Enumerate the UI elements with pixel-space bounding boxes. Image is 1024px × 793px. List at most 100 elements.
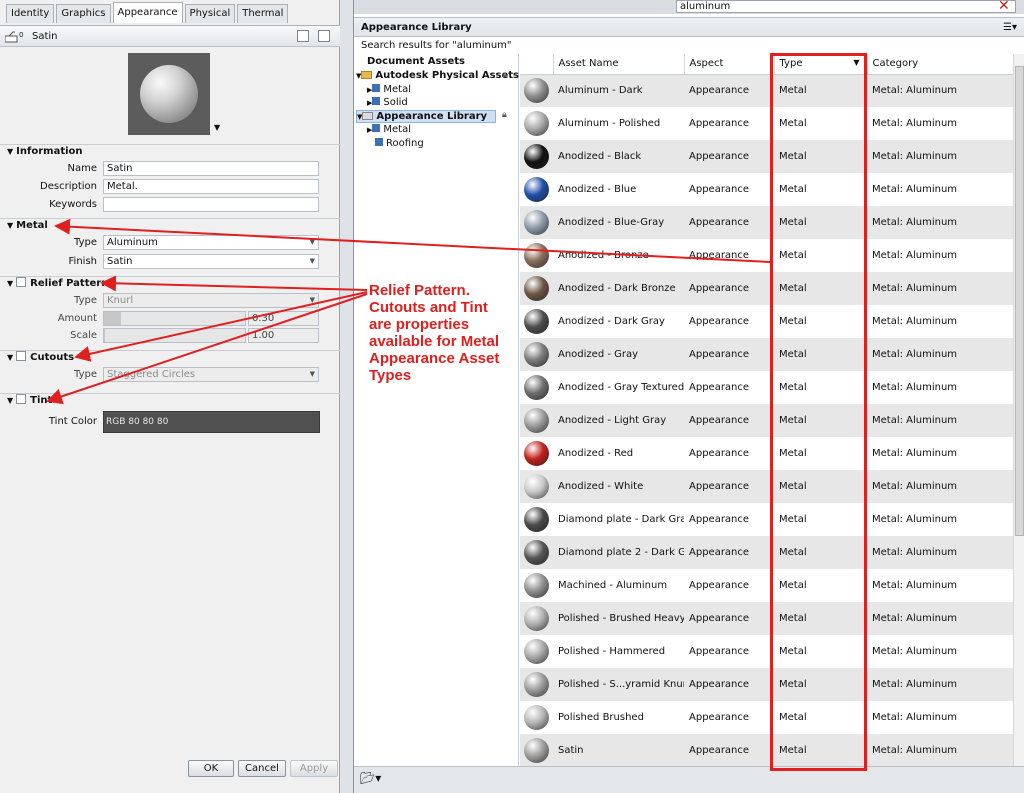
table-row[interactable]: Anodized - Red Appearance Metal Metal: Alum… xyxy=(520,437,1013,470)
information-section-header[interactable]: ▼ Information xyxy=(0,144,340,159)
relief-amount-value[interactable]: 0.30 xyxy=(248,311,319,326)
aspect-cell: Appearance xyxy=(684,140,774,173)
view-options-menu-icon[interactable]: ☰▾ xyxy=(1003,18,1017,37)
table-row[interactable]: Anodized - Bronze Appearance Metal Metal: A… xyxy=(520,239,1013,272)
table-scrollbar[interactable] xyxy=(1013,54,1024,766)
tab-graphics[interactable]: Graphics xyxy=(56,4,111,23)
annotation-callout: Relief Pattern. Cutouts and Tint are prope… xyxy=(369,282,529,384)
relief-scale-slider[interactable] xyxy=(103,328,246,343)
asset-thumbnail xyxy=(520,206,553,239)
table-row[interactable]: Diamond plate - Dark Gray Appearance Metal… xyxy=(520,503,1013,536)
material-swatch-icon xyxy=(524,639,549,664)
table-row[interactable]: Aluminum - Dark Appearance Metal Metal: Alu… xyxy=(520,74,1013,107)
table-row[interactable]: Polished - S...yramid Knurl Appearance Met… xyxy=(520,668,1013,701)
tab-thermal[interactable]: Thermal xyxy=(237,4,289,23)
table-row[interactable]: Anodized - Light Gray Appearance Metal Meta… xyxy=(520,404,1013,437)
duplicate-asset-icon[interactable] xyxy=(297,30,309,42)
tab-physical[interactable]: Physical xyxy=(184,4,236,23)
tree-physical-solid[interactable]: ▶ Solid xyxy=(367,97,408,108)
asset-thumbnail xyxy=(520,701,553,734)
asset-thumbnail xyxy=(520,74,553,107)
column-category[interactable]: Category xyxy=(867,54,1013,75)
tab-appearance[interactable]: Appearance xyxy=(112,2,183,23)
tree-appearance-library[interactable]: ▼ Appearance Library xyxy=(356,110,496,123)
relief-scale-row: Scale 1.00 xyxy=(0,328,340,344)
material-swatch-icon xyxy=(524,243,549,268)
asset-name-cell: Anodized - Blue xyxy=(553,173,684,206)
asset-thumbnail xyxy=(520,107,553,140)
aspect-cell: Appearance xyxy=(684,734,774,766)
tab-identity[interactable]: Identity xyxy=(6,4,55,23)
asset-name-cell: Anodized - Dark Gray xyxy=(553,305,684,338)
tree-appearance-metal[interactable]: ▶ Metal xyxy=(367,124,411,135)
table-row[interactable]: Polished - Brushed Heavy Appearance Metal M… xyxy=(520,602,1013,635)
preview-options-caret-icon[interactable]: ▼ xyxy=(214,123,220,132)
material-swatch-icon xyxy=(524,144,549,169)
table-row[interactable]: Diamond plate 2 - Dark GrayAppearance Met… xyxy=(520,536,1013,569)
table-row[interactable]: Anodized - Dark Bronze Appearance Metal Met… xyxy=(520,272,1013,305)
tree-autodesk-physical-assets[interactable]: ▼ Autodesk Physical Assets xyxy=(356,70,519,81)
category-cell: Metal: Aluminum xyxy=(867,536,1013,569)
tree-label: Roofing xyxy=(386,138,424,149)
tree-document-assets[interactable]: Document Assets xyxy=(367,56,465,67)
table-row[interactable]: Aluminum - Polished Appearance Metal Metal:… xyxy=(520,107,1013,140)
relief-pattern-section-header[interactable]: ▼ Relief Pattern xyxy=(0,276,340,291)
dropdown-arrow-icon: ▼ xyxy=(309,296,315,304)
relief-pattern-checkbox[interactable] xyxy=(16,277,27,287)
table-row[interactable]: Anodized - Gray Textured Appearance Metal M… xyxy=(520,371,1013,404)
tree-physical-metal[interactable]: ▶ Metal xyxy=(367,84,411,95)
scrollbar-thumb[interactable] xyxy=(1015,66,1024,536)
column-aspect[interactable]: Aspect xyxy=(684,54,775,75)
table-row[interactable]: Anodized - Gray Appearance Metal Metal: Alu… xyxy=(520,338,1013,371)
tint-section-header[interactable]: ▼ Tint xyxy=(0,393,340,408)
table-row[interactable]: Polished - Hammered Appearance Metal Metal:… xyxy=(520,635,1013,668)
search-input[interactable]: aluminum xyxy=(676,0,1016,13)
table-row[interactable]: Anodized - White Appearance Metal Metal: Al… xyxy=(520,470,1013,503)
metal-finish-dropdown[interactable]: Satin ▼ xyxy=(103,254,319,269)
aspect-cell: Appearance xyxy=(684,635,774,668)
asset-name-cell: Anodized - Gray xyxy=(553,338,684,371)
metal-type-dropdown[interactable]: Aluminum ▼ xyxy=(103,235,319,250)
relief-amount-label: Amount xyxy=(57,313,97,324)
material-preview[interactable] xyxy=(128,53,210,135)
column-asset-name[interactable]: Asset Name xyxy=(553,54,685,75)
cutouts-section-header[interactable]: ▼ Cutouts xyxy=(0,350,340,365)
cutouts-type-dropdown[interactable]: Staggered Circles ▼ xyxy=(103,367,319,382)
table-row[interactable]: Anodized - Blue Appearance Metal Metal: Alu… xyxy=(520,173,1013,206)
tint-color-swatch[interactable]: RGB 80 80 80 xyxy=(103,411,320,433)
aspect-cell: Appearance xyxy=(684,371,774,404)
callout-line: are properties xyxy=(369,316,470,333)
column-thumbnail[interactable] xyxy=(520,54,554,75)
relief-amount-slider[interactable] xyxy=(103,311,246,326)
lock-icon: 🔒︎ xyxy=(502,110,507,120)
name-field[interactable]: Satin xyxy=(103,161,319,176)
copy-icon[interactable] xyxy=(318,30,330,42)
metal-section-header[interactable]: ▼ Metal xyxy=(0,218,340,233)
cancel-button[interactable]: Cancel xyxy=(238,760,286,777)
table-row[interactable]: Machined - Aluminum Appearance Metal Metal:… xyxy=(520,569,1013,602)
description-field[interactable]: Metal. xyxy=(103,179,319,194)
asset-name-cell: Satin xyxy=(553,734,684,766)
tint-checkbox[interactable] xyxy=(16,394,27,404)
table-row[interactable]: Anodized - Dark Gray Appearance Metal Metal… xyxy=(520,305,1013,338)
cutouts-checkbox[interactable] xyxy=(16,351,27,361)
clear-search-icon[interactable]: ✕ xyxy=(998,0,1010,14)
material-swatch-icon xyxy=(524,474,549,499)
apply-button[interactable]: Apply xyxy=(290,760,338,777)
table-row[interactable]: Anodized - Blue-Gray Appearance Metal Metal… xyxy=(520,206,1013,239)
category-cell: Metal: Aluminum xyxy=(867,272,1013,305)
table-row[interactable]: Anodized - Black Appearance Metal Metal: Al… xyxy=(520,140,1013,173)
relief-type-dropdown[interactable]: Knurl ▼ xyxy=(103,293,319,308)
material-swatch-icon xyxy=(524,672,549,697)
cutouts-header-label: Cutouts xyxy=(30,352,75,363)
collapse-triangle-icon: ▼ xyxy=(7,279,14,288)
category-cell: Metal: Aluminum xyxy=(867,338,1013,371)
table-row[interactable]: Polished Brushed Appearance Metal Metal: Al… xyxy=(520,701,1013,734)
aspect-cell: Appearance xyxy=(684,470,774,503)
ok-button[interactable]: OK xyxy=(188,760,234,777)
relief-scale-value[interactable]: 1.00 xyxy=(248,328,319,343)
tree-appearance-roofing[interactable]: Roofing xyxy=(375,138,424,149)
keywords-field[interactable] xyxy=(103,197,319,212)
open-library-icon[interactable]: 📂︎▾ xyxy=(360,771,381,785)
table-row[interactable]: Satin Appearance Metal Metal: Aluminum xyxy=(520,734,1013,766)
